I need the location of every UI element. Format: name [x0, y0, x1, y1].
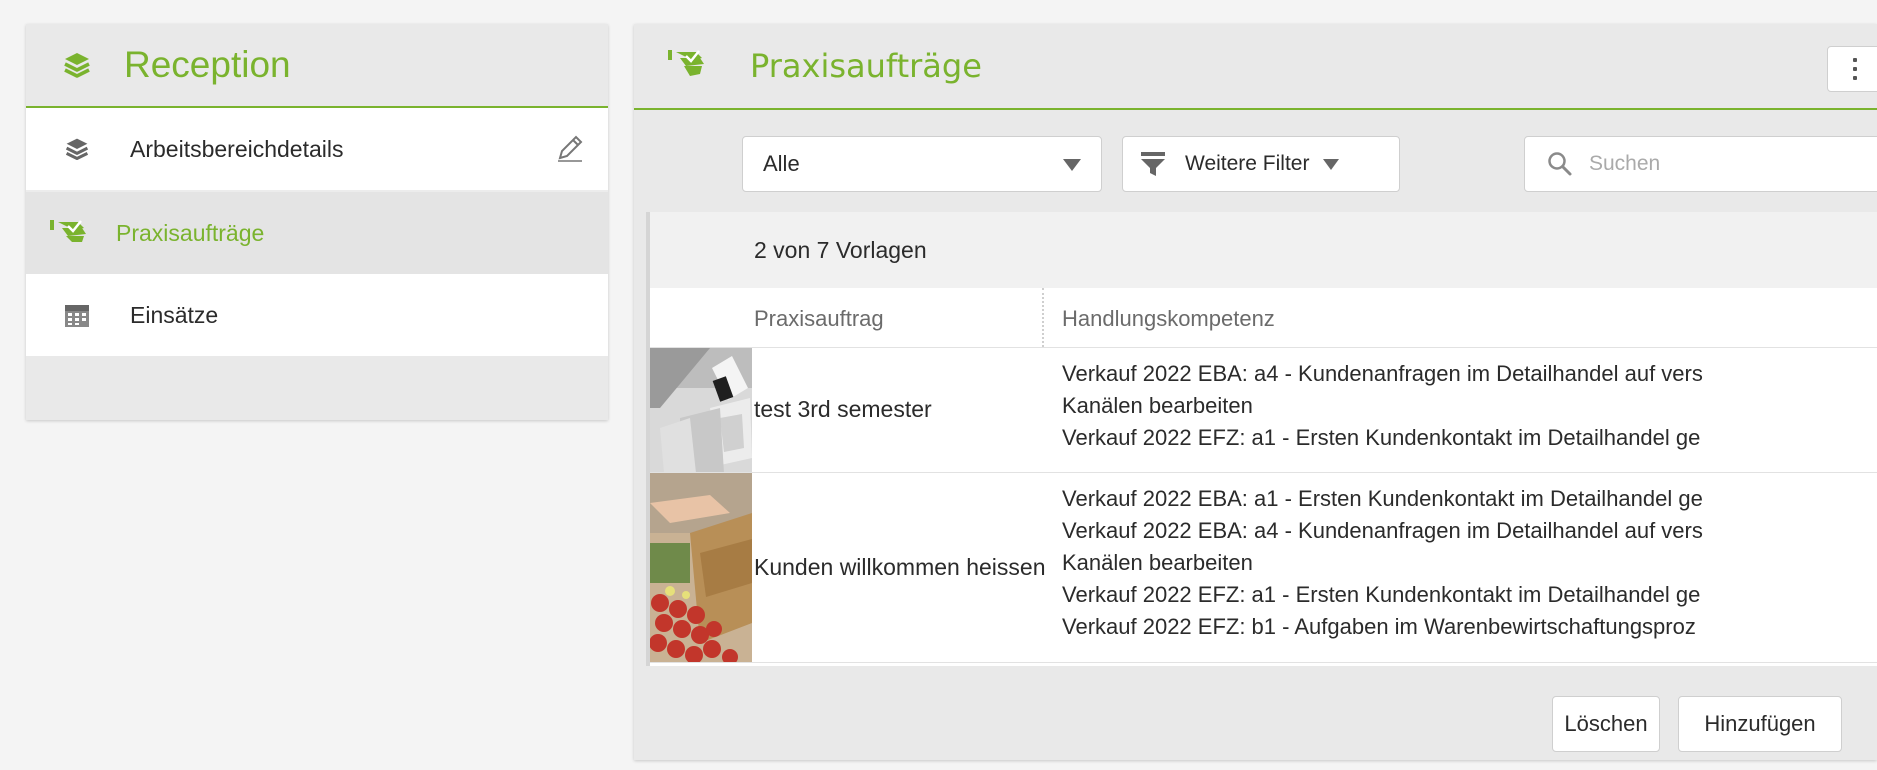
table-header: Praxisauftrag Handlungskompetenz: [650, 288, 1877, 348]
templates-list: 2 von 7 Vorlagen Praxisauftrag Handlungs…: [646, 212, 1877, 666]
status-select[interactable]: Alle: [742, 136, 1102, 192]
hand-check-icon: [48, 218, 92, 248]
sidebar-item-praxisauftraege[interactable]: Praxisaufträge: [26, 192, 608, 274]
chevron-down-icon: [1063, 159, 1081, 171]
row-competencies: Verkauf 2022 EBA: a4 - Kundenanfragen im…: [1062, 358, 1877, 454]
panel-title: Praxisaufträge: [750, 47, 982, 85]
more-filter-label: Weitere Filter: [1185, 152, 1310, 175]
competency-line: Verkauf 2022 EFZ: b1 - Aufgaben im Waren…: [1062, 614, 1696, 639]
competency-line: Verkauf 2022 EFZ: a1 - Ersten Kundenkont…: [1062, 582, 1701, 607]
panel-header: Praxisaufträge: [634, 24, 1877, 110]
competency-line: Verkauf 2022 EBA: a4 - Kundenanfragen im…: [1062, 361, 1703, 386]
row-competencies: Verkauf 2022 EBA: a1 - Ersten Kundenkont…: [1062, 483, 1877, 643]
layers-icon: [62, 50, 92, 80]
table-row[interactable]: test 3rd semester Verkauf 2022 EBA: a4 -…: [650, 348, 1877, 473]
praxisauftraege-panel: Praxisaufträge Alle Weitere Filter Suche…: [634, 24, 1877, 760]
kebab-menu-icon[interactable]: [1827, 46, 1877, 92]
add-button[interactable]: Hinzufügen: [1678, 696, 1842, 752]
workspace-panel: Reception Arbeitsbereichdetails Praxisau…: [26, 24, 608, 420]
delete-button[interactable]: Löschen: [1552, 696, 1660, 752]
sidebar-item-arbeitsbereichdetails[interactable]: Arbeitsbereichdetails: [26, 108, 608, 190]
sidebar-item-einsaetze[interactable]: Einsätze: [26, 274, 608, 356]
more-filter-button[interactable]: Weitere Filter: [1122, 136, 1400, 192]
row-name: Kunden willkommen heissen: [754, 554, 1046, 580]
competency-line: Verkauf 2022 EFZ: a1 - Ersten Kundenkont…: [1062, 425, 1701, 450]
competency-line: Verkauf 2022 EBA: a1 - Ersten Kundenkont…: [1062, 486, 1703, 511]
competency-line: Kanälen bearbeiten: [1062, 550, 1253, 575]
status-select-value: Alle: [763, 151, 800, 176]
row-thumbnail: [650, 348, 752, 472]
workspace-title: Reception: [124, 44, 291, 85]
row-name: test 3rd semester: [754, 396, 932, 422]
hand-check-icon: [666, 46, 710, 86]
column-header-praxisauftrag[interactable]: Praxisauftrag: [754, 306, 884, 332]
sidebar-item-label: Einsätze: [130, 301, 219, 328]
column-header-handlungskompetenz[interactable]: Handlungskompetenz: [1062, 306, 1275, 332]
table-row[interactable]: Kunden willkommen heissen Verkauf 2022 E…: [650, 473, 1877, 663]
filter-icon: [1139, 151, 1167, 177]
calendar-icon: [62, 300, 92, 330]
column-divider: [1042, 288, 1044, 347]
search-box[interactable]: [1524, 136, 1877, 192]
workspace-header: Reception: [26, 24, 608, 108]
pencil-icon[interactable]: [554, 132, 586, 164]
filter-bar: Alle Weitere Filter: [634, 110, 1877, 210]
sidebar-item-label: Praxisaufträge: [116, 219, 265, 246]
competency-line: Kanälen bearbeiten: [1062, 393, 1253, 418]
search-icon: [1547, 151, 1573, 177]
layers-icon: [62, 134, 92, 164]
search-input[interactable]: [1587, 151, 1851, 177]
row-thumbnail: [650, 473, 752, 662]
competency-line: Verkauf 2022 EBA: a4 - Kundenanfragen im…: [1062, 518, 1703, 543]
sidebar-item-label: Arbeitsbereichdetails: [130, 135, 344, 162]
chevron-down-icon: [1323, 158, 1340, 170]
result-count: 2 von 7 Vorlagen: [650, 212, 1877, 288]
